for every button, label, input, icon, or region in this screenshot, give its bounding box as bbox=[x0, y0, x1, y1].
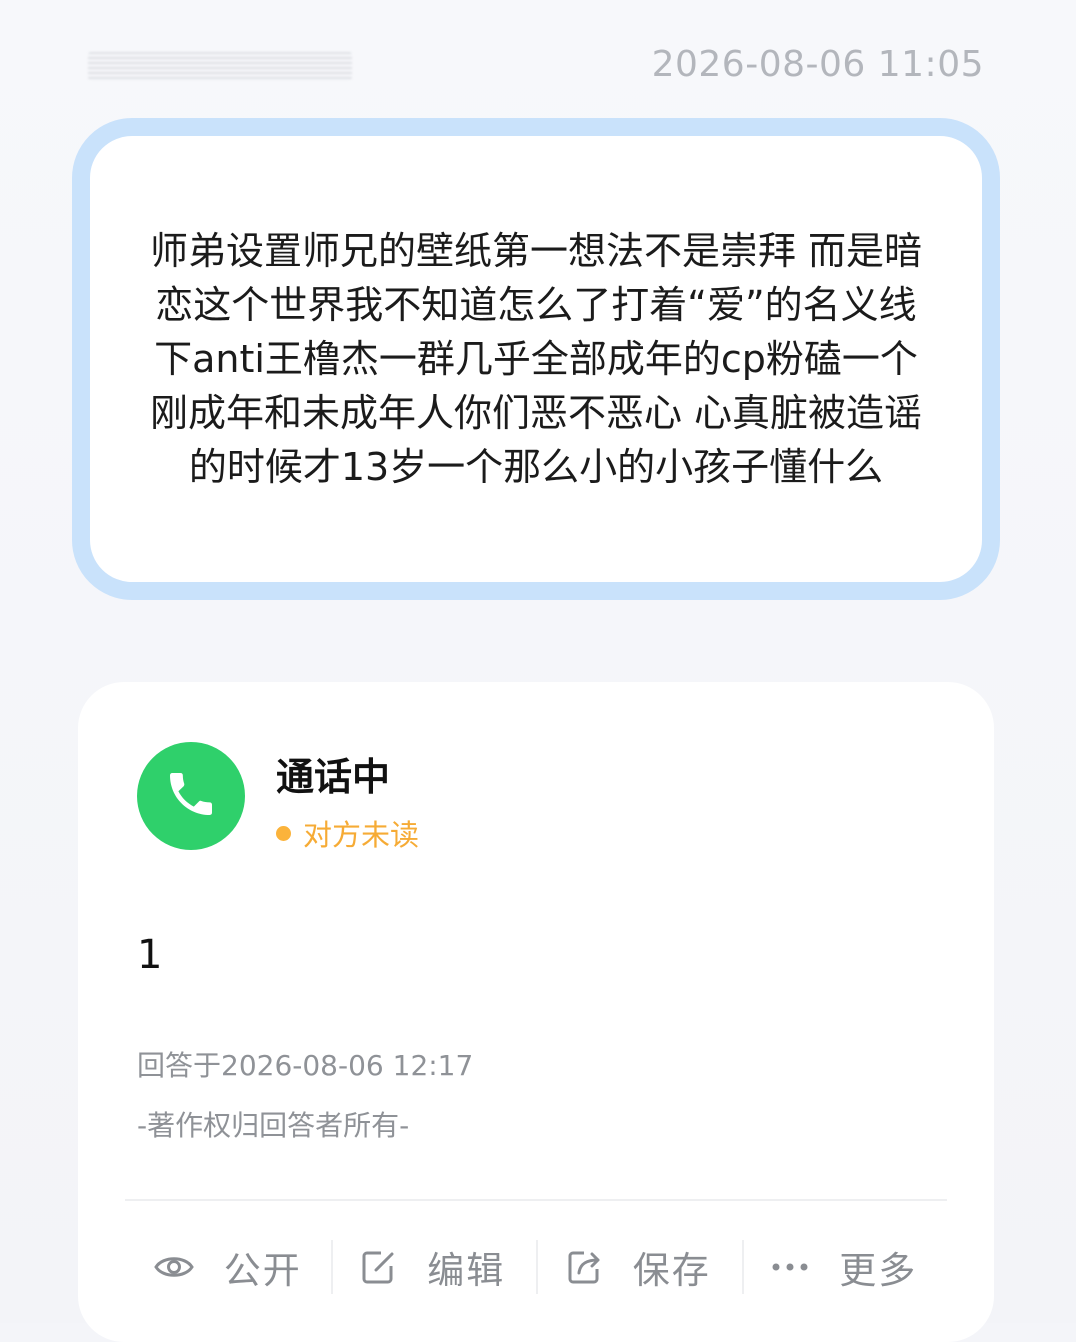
read-status: 对方未读 bbox=[276, 812, 419, 854]
answerer-avatar[interactable] bbox=[137, 742, 245, 850]
status-dot bbox=[276, 825, 291, 841]
edit-button[interactable]: 编辑 bbox=[330, 1222, 537, 1312]
more-label: 更多 bbox=[839, 1249, 918, 1292]
edit-label: 编辑 bbox=[427, 1249, 506, 1292]
divider bbox=[125, 1199, 947, 1201]
blurred-sender-name bbox=[88, 52, 352, 80]
question-timestamp: 2026-08-06 11:05 bbox=[651, 44, 984, 85]
answerer-name[interactable]: 通话中 bbox=[276, 746, 390, 801]
more-icon bbox=[771, 1262, 809, 1272]
phone-icon bbox=[163, 766, 219, 826]
answer-card: 通话中 对方未读 1 回答于2026-08-06 12:17 -著作权归回答者所… bbox=[78, 682, 994, 1342]
save-button[interactable]: 保存 bbox=[536, 1222, 742, 1312]
more-button[interactable]: 更多 bbox=[741, 1222, 948, 1312]
question-text: 师弟设置师兄的壁纸第一想法不是崇拜 而是暗恋这个世界我不知道怎么了打着“爱”的名… bbox=[149, 229, 923, 489]
copyright-notice: -著作权归回答者所有- bbox=[137, 1109, 410, 1142]
page: 2026-08-06 11:05 师弟设置师兄的壁纸第一想法不是崇拜 而是暗恋这… bbox=[0, 0, 1076, 1342]
public-button[interactable]: 公开 bbox=[125, 1222, 331, 1312]
question-card: 师弟设置师兄的壁纸第一想法不是崇拜 而是暗恋这个世界我不知道怎么了打着“爱”的名… bbox=[72, 118, 1000, 600]
save-label: 保存 bbox=[632, 1249, 711, 1292]
action-bar: 公开 编辑 保存 更多 bbox=[125, 1222, 947, 1312]
header-row: 2026-08-06 11:05 bbox=[0, 36, 1076, 96]
eye-icon bbox=[153, 1253, 194, 1281]
public-label: 公开 bbox=[223, 1249, 302, 1292]
answer-body: 1 bbox=[137, 932, 163, 978]
answered-at: 回答于2026-08-06 12:17 bbox=[137, 1049, 474, 1082]
read-status-text: 对方未读 bbox=[303, 818, 420, 852]
edit-icon bbox=[361, 1249, 397, 1285]
share-icon bbox=[567, 1249, 603, 1285]
